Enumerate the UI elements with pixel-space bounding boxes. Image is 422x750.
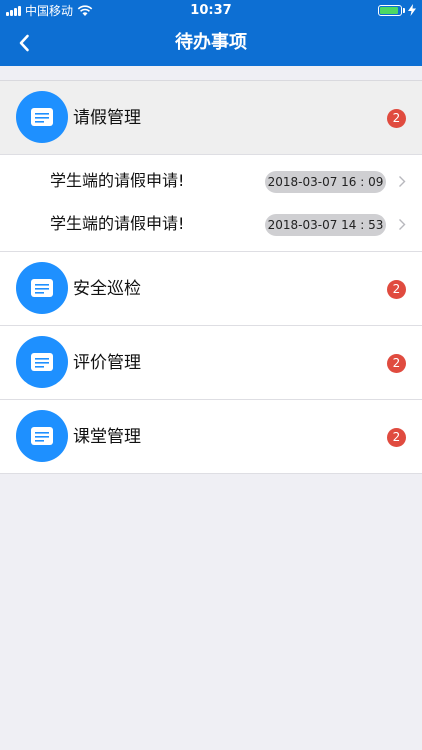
battery-icon: [378, 4, 402, 16]
status-bar: 中国移动 10:37: [0, 0, 422, 22]
group-leave-management[interactable]: 请假管理 2: [0, 81, 422, 155]
count-badge: 2: [387, 109, 406, 128]
charging-bolt-icon: [408, 4, 416, 16]
item-title: 学生端的请假申请!: [50, 171, 185, 190]
chevron-right-icon: [399, 176, 406, 187]
group-evaluation-management[interactable]: 评价管理 2: [0, 326, 422, 400]
group-title: 评价管理: [73, 353, 141, 373]
count-badge: 2: [387, 354, 406, 373]
leave-subitems: 学生端的请假申请! 2018-03-07 16 : 09 学生端的请假申请! 2…: [0, 155, 422, 252]
page-title: 待办事项: [175, 32, 247, 53]
list-item[interactable]: 学生端的请假申请! 2018-03-07 14 : 53: [0, 203, 422, 246]
group-title: 安全巡检: [73, 279, 141, 299]
item-title: 学生端的请假申请!: [50, 214, 185, 233]
document-icon: [16, 410, 68, 462]
time-badge: 2018-03-07 14 : 53: [265, 214, 386, 236]
document-icon: [16, 262, 68, 314]
group-title: 课堂管理: [73, 427, 141, 447]
count-badge: 2: [387, 428, 406, 447]
time-badge: 2018-03-07 16 : 09: [265, 171, 386, 193]
status-right: [378, 4, 416, 16]
todo-list: 请假管理 2 学生端的请假申请! 2018-03-07 16 : 09 学生端的…: [0, 80, 422, 474]
document-icon: [16, 336, 68, 388]
group-safety-inspection[interactable]: 安全巡检 2: [0, 252, 422, 326]
list-item[interactable]: 学生端的请假申请! 2018-03-07 16 : 09: [0, 160, 422, 203]
document-icon: [16, 91, 68, 143]
group-title: 请假管理: [73, 108, 141, 128]
status-time: 10:37: [190, 3, 232, 18]
battery-cap: [403, 7, 405, 13]
chevron-right-icon: [399, 219, 406, 230]
count-badge: 2: [387, 280, 406, 299]
app-header: 中国移动 10:37 待办事项: [0, 0, 422, 66]
group-classroom-management[interactable]: 课堂管理 2: [0, 400, 422, 474]
